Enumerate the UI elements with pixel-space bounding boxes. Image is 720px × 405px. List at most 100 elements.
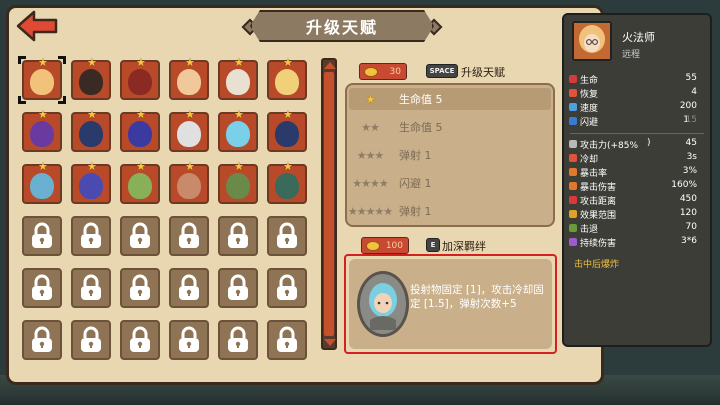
star-icon: ★ [87, 160, 97, 173]
locked-slot [169, 268, 209, 308]
bond-cost-badge: 100 [361, 237, 409, 254]
hero-slot[interactable]: ★ [169, 160, 209, 204]
stat-label: 暴击率 [580, 169, 608, 179]
stat-value: 160% [671, 180, 697, 190]
talent-stars-icon: ★★ [361, 120, 380, 134]
stat-row: 恢复 4 [569, 87, 697, 100]
hero-slot[interactable]: ★ [120, 108, 160, 152]
stat-value: 200 [679, 101, 697, 111]
stat-extra-value: 15 [685, 115, 697, 125]
hero-slot[interactable]: ★ [22, 160, 62, 204]
talent-list: ★ 生命值 5 ★★ 生命值 5 ★★★ 弹射 1 ★★★★ 闪避 1 ★★★★★ 弹射 1 [345, 83, 555, 227]
talent-text: 弹射 1 [399, 149, 432, 162]
hero-slot[interactable]: ★ [71, 56, 111, 100]
stat-value: 3% [682, 166, 697, 176]
upgrade-talent-label: 升级天赋 [461, 66, 505, 79]
hero-slot[interactable]: ★ [169, 108, 209, 152]
upgrade-cost-badge: 30 [359, 63, 407, 80]
bond-cost: 100 [385, 240, 403, 251]
hero-slot[interactable]: ★ [18, 56, 66, 104]
locked-slot [22, 320, 62, 360]
hero-avatar-icon [226, 121, 250, 147]
hero-slot[interactable]: ★ [22, 108, 62, 152]
hero-slot[interactable]: ★ [267, 108, 307, 152]
selection-corner [58, 96, 66, 104]
hero-slot[interactable]: ★ [218, 56, 258, 100]
lock-icon [277, 274, 297, 300]
stat-row: 生命 55 [569, 73, 697, 86]
stat-row: 闪避 1 15 [569, 115, 697, 128]
lock-icon [32, 222, 52, 248]
hero-trait: 击中后爆炸 [574, 260, 620, 270]
star-icon: ★ [234, 160, 244, 173]
hero-avatar-icon [128, 121, 152, 147]
hero-slot[interactable]: ★ [267, 56, 307, 100]
star-icon: ★ [185, 108, 195, 121]
back-arrow-icon[interactable] [16, 10, 58, 42]
locked-slot [71, 216, 111, 256]
locked-slot [120, 268, 160, 308]
talent-row[interactable]: ★ 生命值 5 [347, 87, 553, 111]
hero-slot[interactable]: ★ [218, 108, 258, 152]
stat-label: 冷却 [580, 155, 599, 165]
hero-avatar-icon [275, 69, 299, 95]
lock-icon [81, 274, 101, 300]
hero-slot[interactable]: ★ [120, 160, 160, 204]
stat-label: 闪避 [580, 118, 599, 128]
lock-icon [277, 326, 297, 352]
stat-row: 效果范围 120 [569, 208, 697, 221]
hero-avatar-icon [177, 121, 201, 147]
stat-label: 攻击力(+85% [580, 141, 639, 151]
stat-icon [569, 140, 577, 148]
space-key-label: SPACE [429, 67, 455, 75]
upgrade-talent-button[interactable]: 升级天赋 [461, 64, 505, 80]
lock-icon [179, 222, 199, 248]
star-icon: ★ [136, 160, 146, 173]
stat-row: 击退 70 [569, 222, 697, 235]
locked-slot [71, 268, 111, 308]
e-key-label: E [430, 241, 436, 249]
talent-text: 闪避 1 [399, 177, 432, 190]
hero-slot[interactable]: ★ [169, 56, 209, 100]
locked-slot [267, 268, 307, 308]
hero-slot[interactable]: ★ [71, 160, 111, 204]
space-key-hint: SPACE [426, 64, 458, 78]
talent-row[interactable]: ★★ 生命值 5 [347, 115, 553, 139]
deepen-bond-label: 加深羁绊 [442, 240, 486, 253]
hero-avatar-icon [275, 173, 299, 199]
locked-slot [71, 320, 111, 360]
bond-panel[interactable]: 投射物固定 [1]，攻击冷却固定 [1.5]，弹射次数+5 [344, 254, 557, 354]
talent-row[interactable]: ★★★★ 闪避 1 [347, 171, 553, 195]
hero-slot[interactable]: ★ [218, 160, 258, 204]
stat-row: 攻击力(+85%) 45 [569, 138, 697, 151]
stat-icon [569, 75, 577, 83]
talent-row[interactable]: ★★★★★ 弹射 1 [347, 199, 553, 223]
stat-row: 速度 200 [569, 101, 697, 114]
stat-value: 4 [691, 87, 697, 97]
star-icon: ★ [283, 56, 293, 69]
stat-row: 暴击伤害 160% [569, 180, 697, 193]
talent-stars-icon: ★★★★★ [347, 204, 393, 218]
lock-icon [32, 326, 52, 352]
hero-slot[interactable]: ★ [267, 160, 307, 204]
star-icon: ★ [283, 108, 293, 121]
locked-slot [120, 320, 160, 360]
bond-description: 投射物固定 [1]，攻击冷却固定 [1.5]，弹射次数+5 [410, 284, 544, 310]
scroll-down-icon[interactable] [324, 339, 336, 346]
scrollbar-thumb[interactable] [324, 72, 334, 336]
stat-icon [569, 210, 577, 218]
star-icon: ★ [283, 160, 293, 173]
hero-slot[interactable]: ★ [120, 56, 160, 100]
roster-scrollbar[interactable] [321, 58, 337, 350]
stat-icon [569, 89, 577, 97]
deepen-bond-button[interactable]: 加深羁绊 [442, 238, 486, 254]
stat-label-suffix: ) [647, 138, 651, 148]
hero-type: 远程 [622, 50, 641, 60]
star-icon: ★ [87, 56, 97, 69]
stats-divider [570, 133, 704, 134]
star-icon: ★ [185, 56, 195, 69]
hero-slot[interactable]: ★ [71, 108, 111, 152]
talent-row[interactable]: ★★★ 弹射 1 [347, 143, 553, 167]
scroll-up-icon[interactable] [324, 62, 336, 69]
talent-text: 弹射 1 [399, 205, 432, 218]
